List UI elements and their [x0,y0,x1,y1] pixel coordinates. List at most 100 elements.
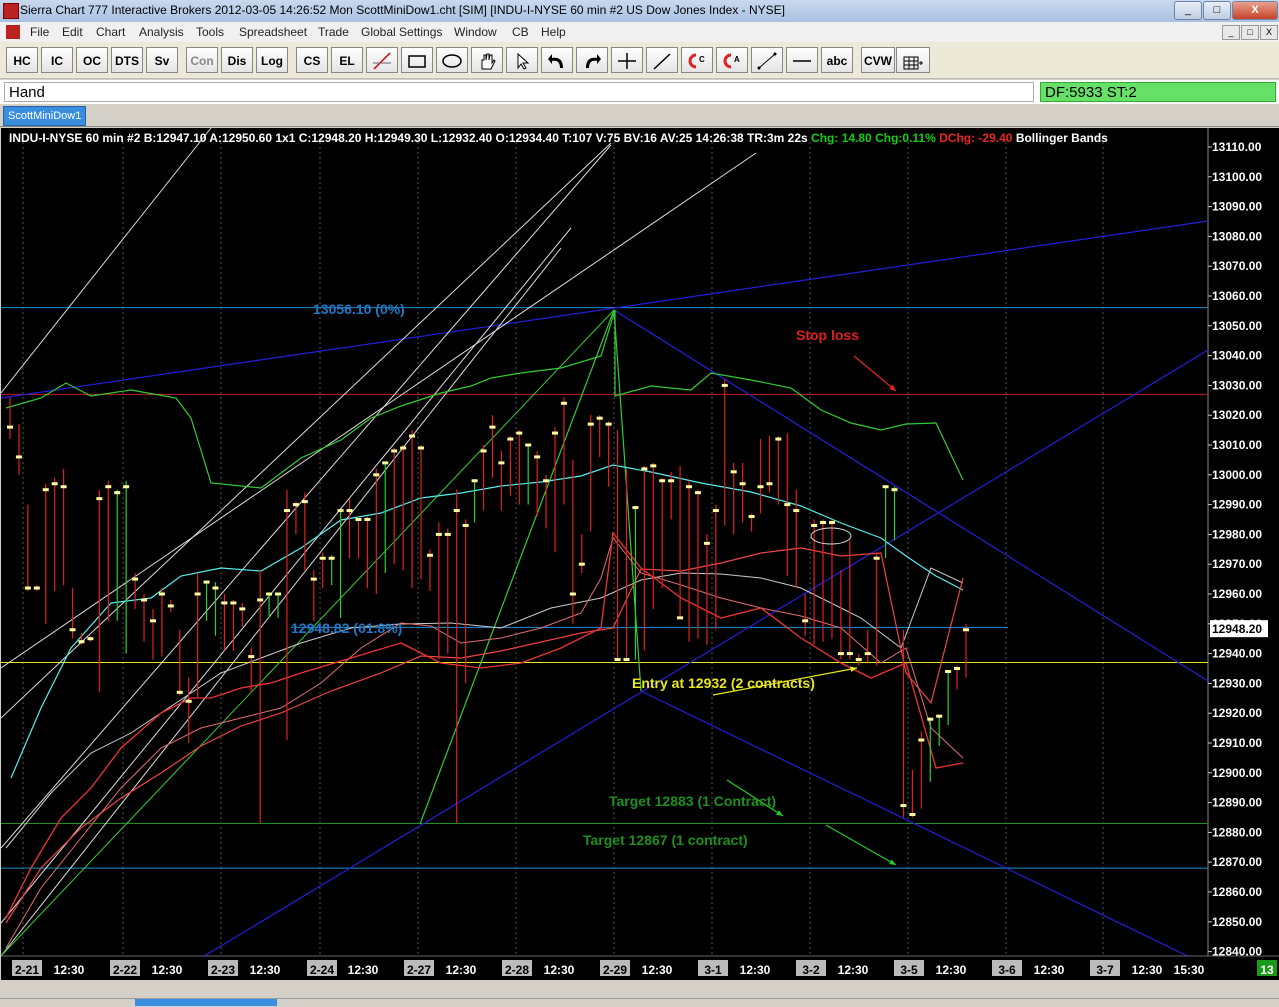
menu-analysis[interactable]: Analysis [139,25,184,39]
pointer-button[interactable] [506,47,538,73]
line-button[interactable] [751,47,783,73]
mdi-restore-button[interactable]: □ [1241,25,1259,40]
ohlc-bar-close [391,449,398,453]
horizontal-line-button[interactable] [786,47,818,73]
toolbar-button-el[interactable]: EL [331,47,363,73]
hand-icon [481,53,496,70]
ohlc-bar-close [364,518,371,521]
ohlc-bar-close [641,467,648,471]
maximize-button[interactable]: □ [1203,1,1231,20]
ohlc-bar-close [471,479,478,483]
target-1-label: Target 12883 (1 Contract) [609,793,776,809]
toolbar-button-hc[interactable]: HC [6,47,38,73]
price-tick-label: 12910.00 [1212,736,1262,750]
ohlc-bar-close [677,616,684,620]
date-label: 3-1 [704,963,722,977]
toolbar-button-cvw[interactable]: CVW [861,47,895,73]
tvw-grid-button[interactable] [896,47,930,73]
menu-edit[interactable]: Edit [62,25,83,39]
price-tick-label: 12870.00 [1212,855,1262,869]
price-tick-label: 12960.00 [1212,587,1262,601]
mdi-close-button[interactable]: X [1260,25,1278,40]
toolbar-button-cs[interactable]: CS [296,47,328,73]
rectangle-button[interactable] [401,47,433,73]
menu-help[interactable]: Help [541,25,566,39]
ohlc-bar-close [516,431,523,435]
title-bar: Sierra Chart 777 Interactive Brokers 201… [0,0,1279,23]
price-tick-label: 13060.00 [1212,289,1262,303]
ohlc-bar-close [552,431,559,435]
toolbar-button-abc[interactable]: abc [821,47,853,73]
time-label: 12:30 [642,963,673,977]
ohlc-bar-close [659,479,666,483]
ohlc-bar-close [587,422,594,426]
ohlc-bar-close [846,652,853,656]
toolbar-button-sv[interactable]: Sv [146,47,178,73]
menu-global-settings[interactable]: Global Settings [361,25,442,39]
magnet-c-button[interactable]: C [681,47,713,73]
ohlc-bar-close [909,813,916,817]
price-tick-label: 12940.00 [1212,647,1262,661]
ellipse-button[interactable] [436,47,468,73]
date-label: 3-6 [998,963,1016,977]
date-label: 2-21 [15,963,39,977]
ohlc-bar-close [400,446,407,450]
minimize-button[interactable]: _ [1174,1,1202,20]
toolbar-button-con[interactable]: Con [186,47,218,73]
trendline-button[interactable] [366,47,398,73]
ohlc-bar-close [802,619,809,623]
redo-arrow-button[interactable] [576,47,608,73]
menu-tools[interactable]: Tools [196,25,224,39]
ohlc-bar-close [882,485,889,489]
ohlc-bar-close [498,461,505,465]
chart-tab-scottminidow1[interactable]: ScottMiniDow1 [3,106,87,126]
undo-arrow-button[interactable] [541,47,573,73]
ohlc-bar-close [873,556,880,560]
ohlc-bar-close [936,714,943,718]
chart-area[interactable]: 13110.00 13100.00 13090.00 13080.00 13070.00… [1,128,1279,980]
menu-chart[interactable]: Chart [96,25,125,39]
toolbar-button-log[interactable]: Log [256,47,288,73]
ohlc-bar-close [462,523,469,527]
menu-spreadsheet[interactable]: Spreadsheet [239,25,307,39]
menu-trade[interactable]: Trade [318,25,349,39]
toolbar-button-dts[interactable]: DTS [111,47,143,73]
redo-arrow-icon [586,54,601,68]
menu-window[interactable]: Window [454,25,497,39]
ohlc-bar-close [900,804,907,808]
mdi-minimize-button[interactable]: _ [1222,25,1240,40]
date-label: 3-5 [900,963,918,977]
ohlc-bar-close [596,416,603,420]
ohlc-bar-close [891,488,898,492]
toolbar-button-dis[interactable]: Dis [221,47,253,73]
magnet-a-button[interactable]: A [716,47,748,73]
mdi-document-icon[interactable] [6,25,20,39]
ohlc-bar-close [409,434,416,438]
crosshair-button[interactable] [611,47,643,73]
scrollbar-thumb[interactable] [135,999,277,1006]
ohlc-bar-close [954,667,961,670]
toolbar-button-ic[interactable]: IC [41,47,73,73]
fib-0-label: 13056.10 (0%) [313,301,405,317]
ohlc-bar-close [212,586,219,590]
price-tick-label: 12890.00 [1212,796,1262,810]
date-label: 2-27 [407,963,431,977]
price-tick-label: 12860.00 [1212,885,1262,899]
price-chart[interactable]: 13110.00 13100.00 13090.00 13080.00 13070.00… [1,128,1279,980]
ohlc-bar-close [560,401,567,405]
toolbar-button-oc[interactable]: OC [76,47,108,73]
close-button[interactable]: X [1232,1,1278,20]
ohlc-bar-close [784,503,791,507]
target-2-label: Target 12867 (1 contract) [583,832,748,848]
date-label: 2-28 [505,963,529,977]
time-label: 12:30 [740,963,771,977]
menu-file[interactable]: File [30,25,49,39]
ray-button[interactable] [646,47,678,73]
menu-cb[interactable]: CB [512,25,529,39]
ohlc-bar-close [167,604,174,608]
ohlc-bar-close [194,592,201,596]
hand-button[interactable] [471,47,503,73]
ohlc-bar-close [444,532,451,536]
ohlc-bar-close [248,655,255,659]
ohlc-bar-close [480,449,487,453]
